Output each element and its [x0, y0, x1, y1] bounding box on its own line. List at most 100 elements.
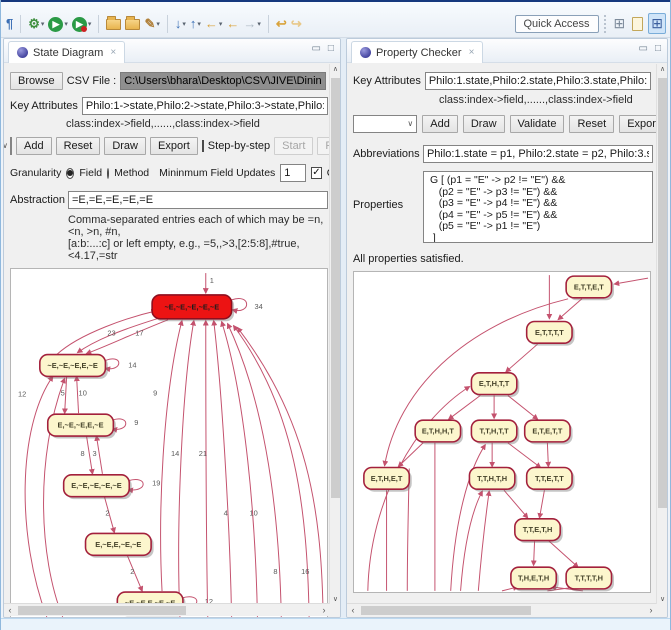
start-button[interactable]: Start — [274, 137, 313, 155]
close-icon[interactable]: × — [469, 47, 475, 58]
run-coverage-icon[interactable]: ▶▾ — [71, 14, 93, 34]
vertical-scrollbar[interactable]: ∧ ∨ — [656, 64, 667, 604]
scroll-up-icon[interactable]: ∧ — [330, 65, 340, 73]
edge-count-label: 14 — [171, 449, 179, 458]
edge-count-label: 10 — [79, 388, 87, 397]
state-node-label: T,T,T,T,H — [575, 573, 603, 582]
abstraction-label: Abstraction — [10, 194, 64, 206]
property-graph-canvas[interactable]: E,T,T,E,TE,T,T,T,TE,T,H,T,TE,T,H,H,TT,T,… — [353, 271, 651, 593]
back-icon[interactable]: ← — [225, 14, 240, 34]
toolbar-separator — [167, 15, 168, 33]
edge-count-label: 21 — [199, 449, 207, 458]
open-perspective-icon[interactable]: ⊞ — [612, 14, 628, 33]
property-combo[interactable]: ∨ — [353, 115, 417, 133]
state-node-label: ~E,~E,~E,~E,~E — [164, 302, 219, 311]
min-field-updates-input[interactable] — [280, 164, 306, 182]
graph-edge — [558, 299, 582, 320]
next-edit-location-icon[interactable]: ↪ — [290, 14, 303, 34]
state-diagram-canvas[interactable]: 1342317145109831922121291421410816~E,~E,… — [10, 268, 328, 617]
scroll-left-icon[interactable]: ‹ — [347, 605, 359, 615]
graph-edge — [179, 321, 194, 617]
edge-count-label: 14 — [128, 360, 136, 369]
debug-icon[interactable]: ⚙▾ — [27, 14, 45, 34]
scroll-right-icon[interactable]: › — [318, 605, 330, 615]
fetch-down-icon[interactable]: ↓▾ — [174, 14, 187, 34]
field-radio[interactable] — [66, 168, 74, 179]
reset-button[interactable]: Reset — [569, 115, 614, 133]
csv-path-field[interactable] — [120, 72, 326, 90]
minimize-icon[interactable]: ▭ — [639, 44, 648, 54]
validate-button[interactable]: Validate — [510, 115, 565, 133]
edge-count-label: 9 — [153, 388, 157, 397]
last-edit-location-icon[interactable]: ↩ — [275, 14, 288, 34]
tab-state-diagram[interactable]: State Diagram × — [8, 41, 125, 63]
active-perspective-icon[interactable]: ⊞ — [648, 13, 666, 34]
reset-button[interactable]: Reset — [56, 137, 101, 155]
annotate-brush-icon[interactable]: ✎▾ — [143, 14, 160, 34]
tab-property-checker[interactable]: Property Checker × — [351, 41, 483, 63]
key-attributes-input[interactable] — [82, 97, 328, 115]
console-icon[interactable]: ¶ — [5, 14, 14, 34]
horizontal-scrollbar[interactable]: ‹ › — [347, 603, 657, 616]
scroll-up-icon[interactable]: ∧ — [657, 65, 667, 73]
scrollbar-thumb[interactable] — [658, 78, 667, 508]
toolbar-right: Quick Access ⊞ ⊞ — [515, 13, 667, 34]
scroll-right-icon[interactable]: › — [645, 605, 657, 615]
vertical-scrollbar[interactable]: ∧ ∨ — [329, 64, 340, 604]
abstraction-input[interactable] — [68, 191, 328, 209]
attribute-combo[interactable]: ∨ — [10, 137, 12, 155]
add-button[interactable]: Add — [16, 137, 52, 155]
key-attributes-input[interactable] — [425, 72, 651, 90]
workbench-area: State Diagram × ▭ □ Browse CSV File : Ke… — [3, 38, 668, 618]
open-folder-icon[interactable] — [105, 14, 122, 34]
abbreviations-input[interactable] — [423, 145, 653, 163]
graph-edge — [539, 490, 544, 518]
edge-count-label: 9 — [134, 418, 138, 427]
scrollbar-thumb[interactable] — [18, 606, 186, 615]
abbreviations-label: Abbreviations — [353, 148, 419, 160]
close-icon[interactable]: × — [110, 47, 116, 58]
maximize-icon[interactable]: □ — [328, 44, 334, 54]
graph-edge — [222, 322, 258, 617]
graph-edge — [508, 395, 538, 419]
key-attributes-hint: class:index->field,......,class:index->f… — [66, 118, 340, 130]
edge-count-label: 17 — [135, 329, 143, 338]
run-icon[interactable]: ▶▾ — [47, 14, 69, 34]
back-history-icon[interactable]: ←▾ — [204, 14, 224, 34]
scrollbar-thumb[interactable] — [361, 606, 531, 615]
property-checker-panel: Property Checker × ▭ □ Key Attributes cl… — [346, 38, 668, 618]
horizontal-scrollbar[interactable]: ‹ › — [4, 603, 330, 616]
browse-button[interactable]: Browse — [10, 72, 63, 90]
method-radio[interactable] — [107, 168, 109, 179]
quick-access-button[interactable]: Quick Access — [515, 15, 599, 33]
add-button[interactable]: Add — [422, 115, 458, 133]
minimize-icon[interactable]: ▭ — [311, 44, 320, 54]
scroll-down-icon[interactable]: ∨ — [657, 595, 667, 603]
draw-button[interactable]: Draw — [104, 137, 146, 155]
graph-edge — [25, 376, 53, 616]
state-node-label: E,~E,E,~E,~E — [95, 540, 141, 549]
toolbar-icons: ¶⚙▾▶▾▶▾✎▾↓▾↑▾←▾←→▾↩↪ — [5, 14, 515, 34]
maximize-icon[interactable]: □ — [655, 44, 661, 54]
property-checker-tabbar: Property Checker × ▭ □ — [347, 39, 667, 63]
window-bottom-strip — [1, 618, 670, 630]
count-trans-checkbox[interactable]: ✓ — [311, 167, 321, 179]
properties-input[interactable]: G [ (p1 = "E" -> p2 != "E") && (p2 = "E"… — [423, 171, 653, 243]
state-node-label: T,T,E,T,H — [523, 525, 553, 534]
view-sphere-icon — [17, 47, 28, 58]
edge-count-label: 10 — [249, 509, 257, 518]
step-by-step-checkbox[interactable] — [202, 140, 204, 152]
scroll-left-icon[interactable]: ‹ — [4, 605, 16, 615]
scroll-down-icon[interactable]: ∨ — [330, 595, 340, 603]
forward-icon[interactable]: →▾ — [242, 14, 262, 34]
graph-edge — [78, 318, 160, 353]
draw-button[interactable]: Draw — [463, 115, 505, 133]
push-up-icon[interactable]: ↑▾ — [189, 14, 202, 34]
graph-edge — [506, 344, 538, 372]
open-import-icon[interactable] — [124, 14, 141, 34]
scrollbar-thumb[interactable] — [331, 78, 340, 498]
toolbar-separator — [268, 15, 269, 33]
new-file-icon[interactable] — [632, 17, 643, 31]
graph-edge — [87, 320, 168, 354]
export-button[interactable]: Export — [150, 137, 198, 155]
